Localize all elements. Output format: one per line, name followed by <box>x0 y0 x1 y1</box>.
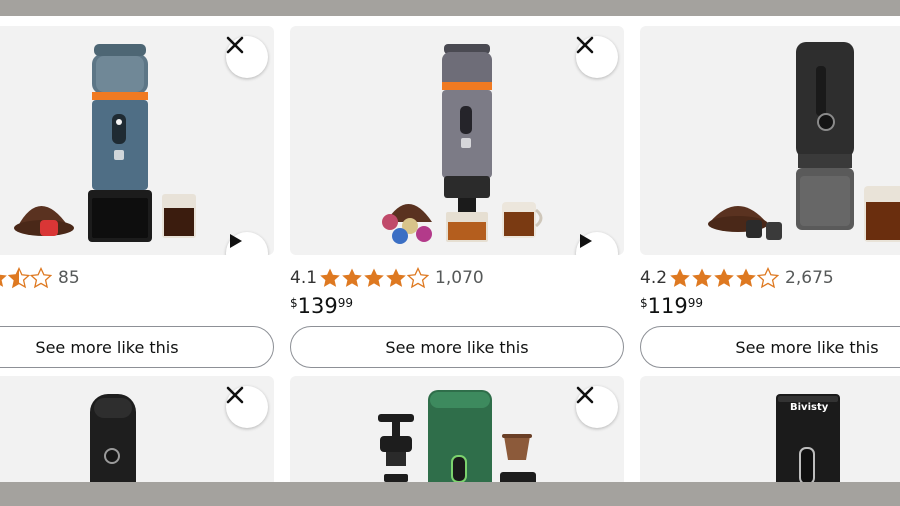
product-image[interactable] <box>640 26 900 255</box>
price-currency: $ <box>290 296 298 310</box>
star-full-icon <box>736 268 756 287</box>
star-full-icon <box>0 274 7 287</box>
product-image[interactable] <box>0 376 274 482</box>
product-card-1[interactable]: 85 See more like this <box>0 26 274 368</box>
close-icon <box>576 386 594 404</box>
star-full-icon <box>670 268 690 287</box>
price-fraction: 99 <box>337 296 354 310</box>
review-count[interactable]: 85 <box>58 268 80 288</box>
close-button[interactable] <box>226 36 268 78</box>
product-card-2[interactable]: 4.1 1,070 $13999 See more like this <box>290 26 624 368</box>
product-image[interactable] <box>290 26 624 255</box>
see-more-like-this-button[interactable]: See more like this <box>640 326 900 368</box>
see-more-like-this-button[interactable]: See more like this <box>0 326 274 368</box>
star-full-icon <box>714 268 734 287</box>
star-rating <box>319 267 430 289</box>
product-image[interactable]: Bivisty <box>640 376 900 482</box>
close-button[interactable] <box>576 386 618 428</box>
star-rating <box>0 267 52 289</box>
review-count[interactable]: 1,070 <box>435 268 484 288</box>
close-button[interactable] <box>576 36 618 78</box>
rating-value: 4.2 <box>640 268 668 288</box>
star-full-icon <box>320 268 340 287</box>
product-card-3[interactable]: 4.2 2,675 $11999 See more like this <box>640 26 900 368</box>
star-empty-icon <box>407 267 430 289</box>
close-icon <box>226 386 244 404</box>
star-half-icon <box>8 267 30 289</box>
product-image[interactable] <box>290 376 624 482</box>
price-whole: 139 <box>297 294 338 318</box>
product-grid: 85 See more like this 4.1 1,070 $13999 S… <box>0 16 900 482</box>
close-button[interactable] <box>226 386 268 428</box>
star-full-icon <box>364 268 384 287</box>
star-full-icon <box>692 268 712 287</box>
play-icon <box>580 234 592 248</box>
close-icon <box>576 36 594 54</box>
rating-value: 4.1 <box>290 268 318 288</box>
rating-row[interactable]: 85 <box>0 266 80 290</box>
product-card-4[interactable] <box>0 376 274 482</box>
price: $13999 <box>290 294 353 318</box>
review-count[interactable]: 2,675 <box>785 268 834 288</box>
star-full-icon <box>386 268 406 287</box>
top-frame <box>0 0 900 16</box>
bottom-frame <box>0 482 900 506</box>
product-image[interactable] <box>0 26 274 255</box>
rating-row[interactable]: 4.1 1,070 <box>290 266 484 290</box>
product-card-6[interactable]: Bivisty <box>640 376 900 482</box>
price-whole: 119 <box>647 294 688 318</box>
play-icon <box>230 234 242 248</box>
star-rating <box>669 267 780 289</box>
product-brand-logo: Bivisty <box>790 402 829 413</box>
close-icon <box>226 36 244 54</box>
star-empty-icon <box>757 267 780 289</box>
see-more-like-this-button[interactable]: See more like this <box>290 326 624 368</box>
price: $11999 <box>640 294 703 318</box>
rating-row[interactable]: 4.2 2,675 <box>640 266 834 290</box>
product-card-5[interactable] <box>290 376 624 482</box>
price-currency: $ <box>640 296 648 310</box>
price-fraction: 99 <box>687 296 704 310</box>
star-empty-icon <box>30 267 52 289</box>
star-full-icon <box>342 268 362 287</box>
